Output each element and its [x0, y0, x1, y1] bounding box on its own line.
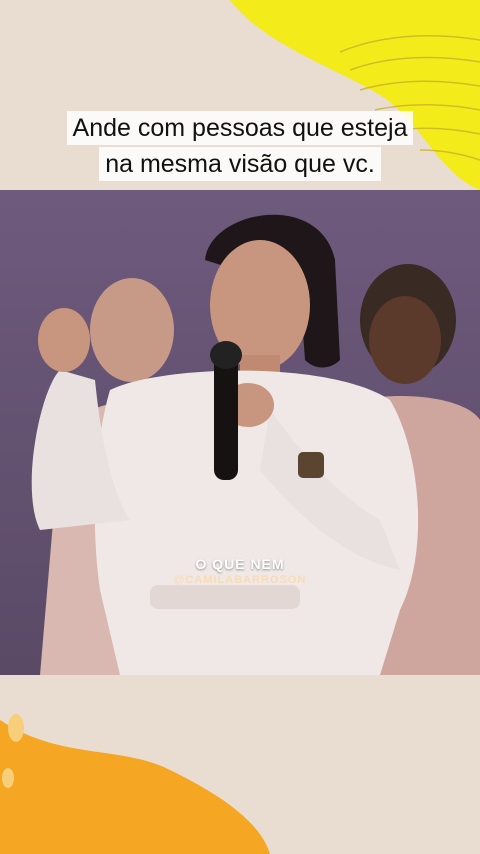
video-frame[interactable]: O QUE NEM @CAMILABARROSON: [0, 190, 480, 675]
video-watermark: @CAMILABARROSON: [173, 574, 307, 586]
caption-line-2: na mesma visão que vc.: [99, 147, 381, 181]
video-subtitle: O QUE NEM: [195, 556, 285, 572]
speaker-scene: [0, 190, 480, 675]
caption-line-1: Ande com pessoas que esteja: [66, 111, 414, 145]
caption-text: Ande com pessoas que esteja na mesma vis…: [8, 110, 472, 182]
